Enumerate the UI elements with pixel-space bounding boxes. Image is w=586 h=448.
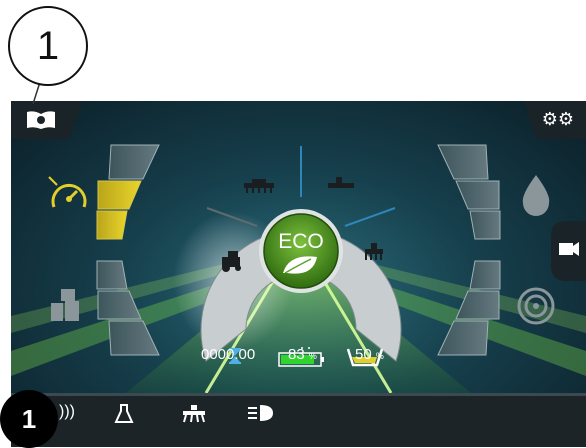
- battery-value: 83: [288, 346, 305, 363]
- battery-readout: 83 %: [288, 346, 317, 363]
- battery-unit: %: [308, 351, 317, 361]
- sweeper-icon[interactable]: [328, 177, 354, 188]
- display-screen: ECO ⚙⚙ 0000.00 83 % 50 %))): [11, 101, 586, 447]
- bottom-toolbar: [11, 396, 586, 447]
- callout-number-bottom: 1: [21, 403, 37, 434]
- implement-weights-icon[interactable]: [51, 289, 79, 321]
- eco-label: ECO: [278, 230, 324, 253]
- tank-unit: %: [375, 351, 384, 361]
- tank-value: 50: [355, 346, 372, 363]
- brush-wide-icon[interactable]: [244, 179, 274, 193]
- hours-readout: 0000.00: [201, 346, 255, 363]
- camera-icon: [559, 242, 579, 256]
- manual-icon: [27, 111, 55, 129]
- headlight-icon[interactable]: [247, 403, 277, 425]
- speed-gauge-icon[interactable]: [48, 176, 87, 208]
- settings-gears-icon: ⚙⚙: [541, 109, 574, 129]
- sound-icon[interactable]: ))): [59, 403, 75, 421]
- callout-circle-top: 1: [8, 6, 88, 86]
- eco-mode-button[interactable]: ECO: [259, 209, 343, 293]
- callout-number-top: 1: [36, 23, 60, 68]
- hours-value: 0000.00: [201, 346, 256, 363]
- callout-circle-bottom: 1: [0, 390, 58, 448]
- camera-tab[interactable]: [551, 221, 586, 281]
- tank-readout: 50 %: [355, 346, 384, 363]
- spreader-icon[interactable]: [181, 403, 207, 425]
- liquid-drop-icon[interactable]: [522, 175, 550, 216]
- flask-icon[interactable]: [114, 403, 134, 425]
